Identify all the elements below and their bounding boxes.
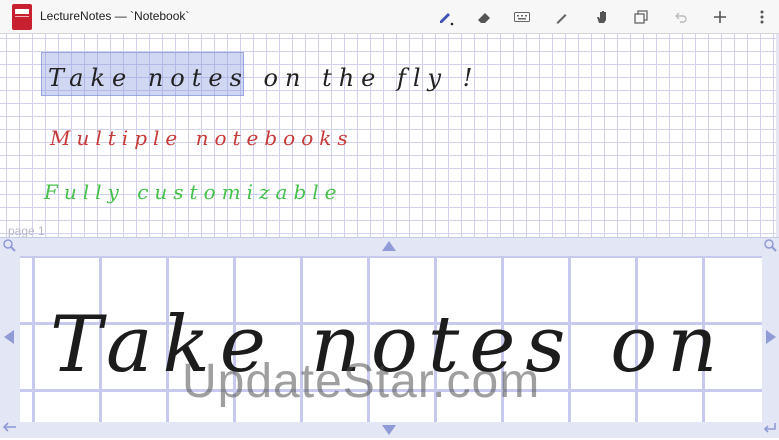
overflow-menu-button[interactable]: [750, 6, 774, 28]
zoom-in-left-button[interactable]: [1, 238, 17, 257]
hand-tool-button[interactable]: [590, 6, 614, 28]
pencil-icon: [554, 9, 570, 25]
plus-icon: [713, 10, 727, 24]
move-right-button[interactable]: [764, 329, 778, 349]
copy-tool-button[interactable]: [629, 6, 653, 28]
eraser-tool-button[interactable]: [472, 6, 496, 28]
arrow-left-icon: [4, 329, 14, 349]
arrow-up-icon: [382, 238, 396, 256]
arrow-right-icon: [766, 329, 776, 349]
undo-tool-button[interactable]: [669, 6, 693, 28]
undo-stroke-button[interactable]: [2, 422, 18, 438]
move-up-button[interactable]: [380, 240, 398, 254]
pencil-tool-button[interactable]: [550, 6, 574, 28]
enter-icon: [763, 421, 777, 439]
pen-icon: [437, 8, 455, 26]
handwritten-line-2: Multiple notebooks: [50, 126, 354, 150]
undo-icon: [674, 10, 688, 24]
undo-icon: [2, 421, 17, 439]
hand-icon: [594, 9, 610, 25]
newline-button[interactable]: [762, 422, 778, 438]
zoom-in-right-button[interactable]: [762, 238, 778, 257]
notebook-app-icon[interactable]: [12, 4, 32, 30]
add-button[interactable]: [708, 6, 732, 28]
page-label: page 1: [8, 224, 45, 237]
top-toolbar: LectureNotes — `Notebook`: [0, 0, 779, 34]
app-title: LectureNotes — `Notebook`: [40, 9, 190, 23]
zoom-in-icon: [2, 238, 16, 257]
keyboard-tool-button[interactable]: [510, 6, 534, 28]
zoom-in-icon: [763, 238, 777, 257]
watermark: UpdateStar.com: [182, 355, 541, 408]
handwritten-line-1: Take notes on the fly !: [48, 64, 480, 92]
move-down-button[interactable]: [380, 424, 398, 438]
move-left-button[interactable]: [2, 329, 16, 349]
arrow-down-icon: [382, 422, 396, 440]
notebook-page[interactable]: Take notes on the fly ! Multiple noteboo…: [0, 34, 779, 237]
more-vertical-icon: [759, 9, 765, 25]
keyboard-icon: [514, 11, 530, 23]
pen-tool-button[interactable]: [434, 6, 458, 28]
copy-icon: [634, 10, 648, 24]
handwritten-line-3: Fully customizable: [44, 180, 343, 204]
eraser-icon: [476, 9, 492, 25]
